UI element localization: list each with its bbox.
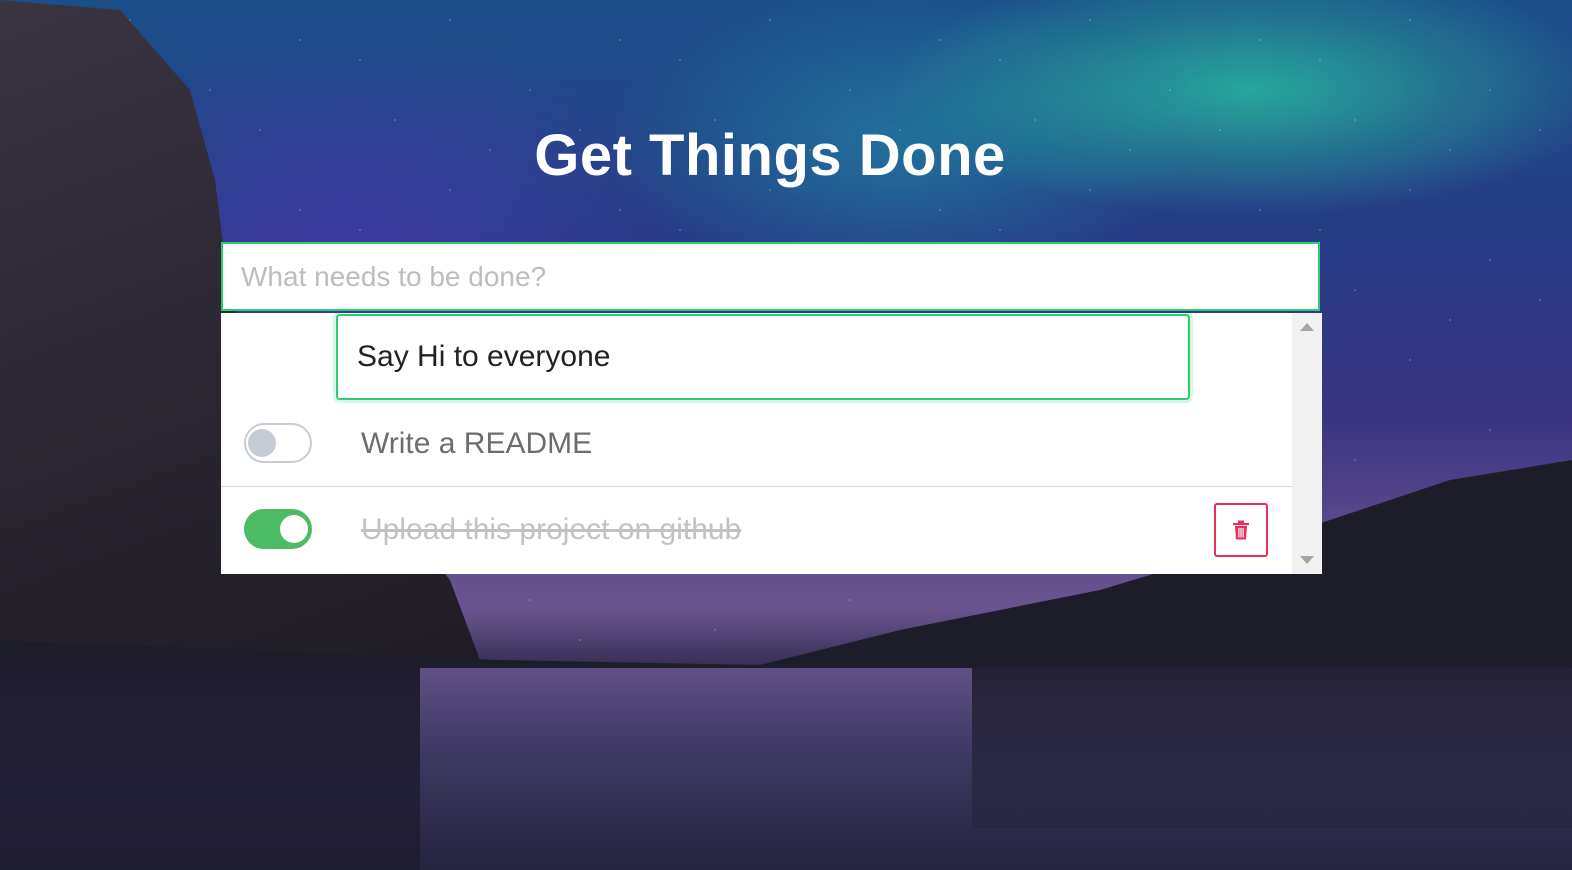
todo-label[interactable]: Upload this project on github [361, 487, 741, 573]
arrow-down-icon[interactable] [1300, 556, 1314, 564]
toggle-knob [280, 515, 308, 543]
todo-toggle[interactable] [244, 423, 312, 463]
todo-item: Write a README [221, 401, 1292, 487]
new-todo-input[interactable] [221, 242, 1320, 311]
todo-list: Write a README Upload this project on gi… [221, 313, 1322, 574]
todo-toggle[interactable] [244, 509, 312, 549]
app-background: Get Things Done Write a README Upload th… [0, 0, 1572, 870]
todo-item: Upload this project on github [221, 487, 1292, 573]
todo-label[interactable]: Write a README [361, 401, 592, 487]
edit-todo-input[interactable] [336, 314, 1190, 400]
arrow-up-icon[interactable] [1300, 323, 1314, 331]
page-title: Get Things Done [534, 123, 1006, 188]
list-scrollbar[interactable] [1292, 313, 1322, 574]
trash-icon [1233, 520, 1249, 540]
toggle-knob [248, 429, 276, 457]
lake-reflection [0, 668, 1572, 870]
delete-todo-button[interactable] [1214, 503, 1268, 557]
